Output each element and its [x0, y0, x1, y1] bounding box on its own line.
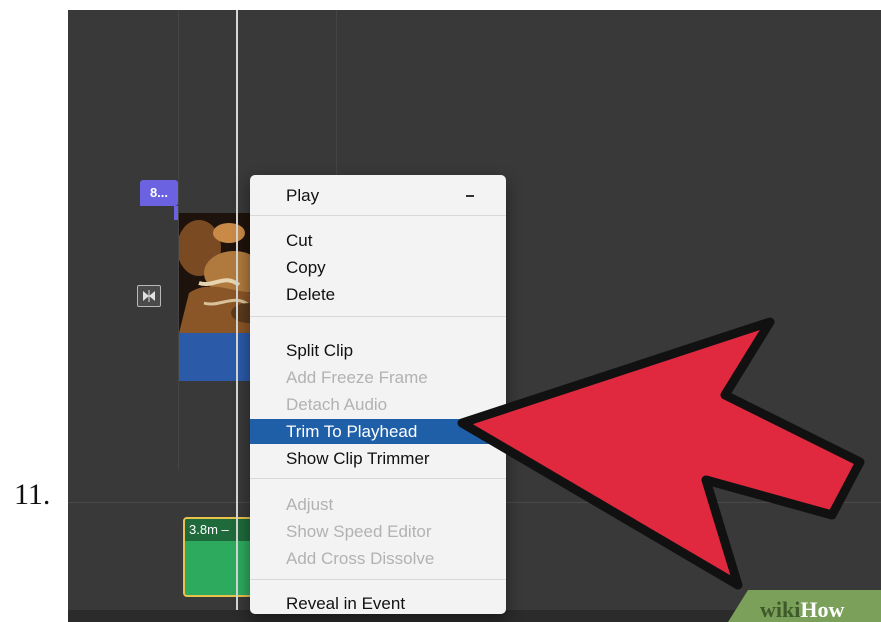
wikihow-prefix: wiki: [760, 597, 800, 622]
wikihow-watermark: wikiHow: [728, 590, 881, 622]
svg-text:wikiHow: wikiHow: [760, 597, 844, 622]
wikihow-suffix: How: [800, 597, 844, 622]
